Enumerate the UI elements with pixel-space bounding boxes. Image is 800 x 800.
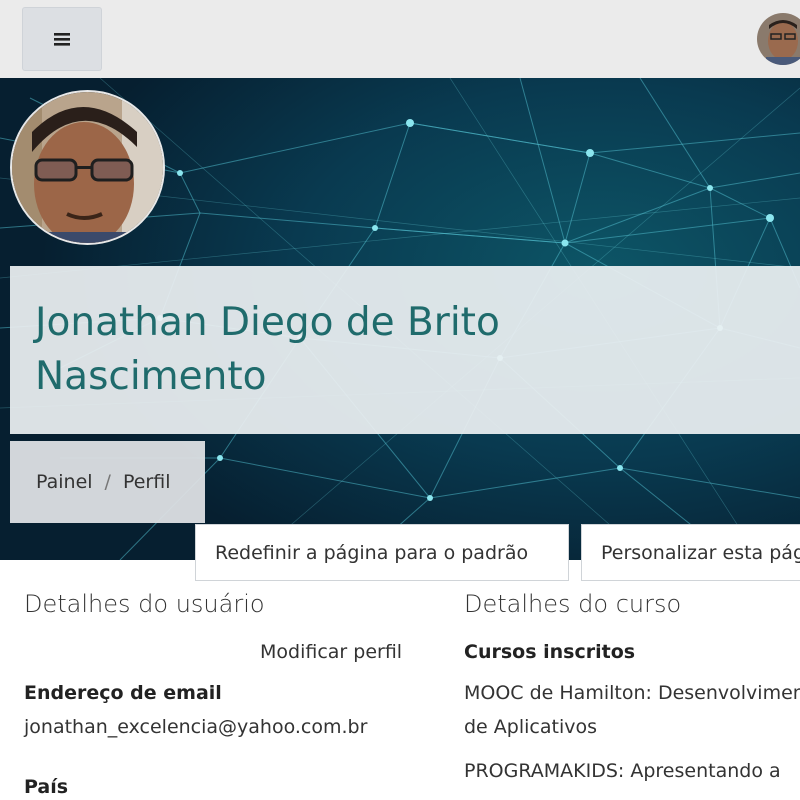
customize-page-button[interactable]: Personalizar esta página: [581, 524, 800, 581]
course-link[interactable]: MOOC de Hamilton: Desenvolvimento de Apl…: [464, 676, 800, 744]
user-menu-avatar[interactable]: [757, 13, 800, 65]
user-details-title: Detalhes do usuário: [24, 590, 265, 618]
breadcrumb-profile: Perfil: [122, 471, 171, 493]
profile-avatar: [10, 90, 165, 245]
course-link[interactable]: PROGRAMAKIDS: Apresentando a: [464, 754, 781, 788]
email-value[interactable]: jonathan_excelencia@yahoo.com.br: [24, 716, 367, 738]
country-label: País: [24, 776, 69, 798]
breadcrumb-separator: /: [104, 471, 111, 493]
enrolled-courses-label: Cursos inscritos: [464, 641, 636, 663]
profile-name-panel: Jonathan Diego de Brito Nascimento: [10, 266, 800, 434]
top-navbar: [0, 0, 800, 78]
email-label: Endereço de email: [24, 682, 222, 704]
breadcrumb-dashboard[interactable]: Painel: [36, 471, 93, 493]
profile-name: Jonathan Diego de Brito Nascimento: [35, 300, 500, 399]
course-title-line: PROGRAMAKIDS: Apresentando a: [464, 760, 781, 782]
edit-profile-link[interactable]: Modificar perfil: [260, 641, 402, 663]
course-title-line: de Aplicativos: [464, 716, 597, 738]
breadcrumb: Painel / Perfil: [10, 441, 205, 523]
menu-toggle-button[interactable]: [22, 7, 102, 71]
course-details-title: Detalhes do curso: [464, 590, 682, 618]
reset-page-button[interactable]: Redefinir a página para o padrão: [195, 524, 569, 581]
course-title-line: MOOC de Hamilton: Desenvolvimento: [464, 682, 800, 704]
hamburger-icon: [54, 33, 70, 46]
